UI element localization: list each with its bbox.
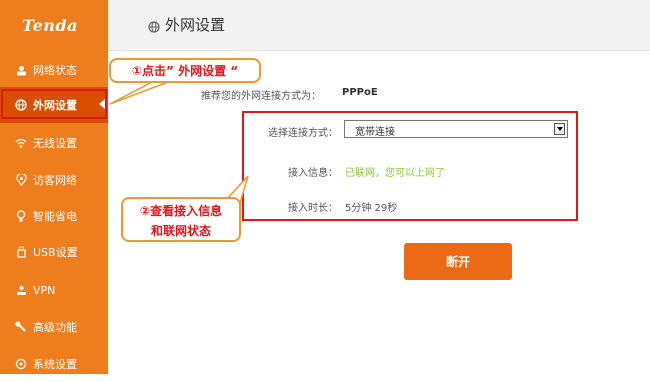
sidebar-item-network-status[interactable]: 网络状态: [0, 52, 108, 88]
sidebar-item-label: 系统设置: [33, 358, 77, 371]
sidebar-item-wireless[interactable]: 无线设置: [0, 125, 108, 161]
vpn-icon: [15, 284, 27, 296]
recommended-connection: 推荐您的外网连接方式为： PPPoE: [201, 87, 378, 102]
tenda-logo: Tenda: [22, 16, 78, 35]
sidebar-item-vpn[interactable]: VPN: [0, 272, 108, 308]
sidebar-item-label: 访客网络: [33, 174, 77, 187]
wrench-icon: [15, 321, 27, 333]
sidebar-item-guest-network[interactable]: 访客网络: [0, 162, 108, 198]
recommend-value: PPPoE: [342, 87, 378, 98]
sidebar-item-advanced[interactable]: 高级功能: [0, 309, 108, 345]
sidebar-item-label: 高级功能: [33, 321, 77, 334]
usb-icon: [15, 246, 27, 258]
connection-type-label: 选择连接方式：: [268, 128, 338, 139]
sidebar-item-label: VPN: [33, 283, 56, 297]
disconnect-button[interactable]: 断开: [404, 243, 512, 280]
highlight-box: [1, 89, 107, 119]
callout-line: 和联网状态: [150, 224, 211, 238]
annotation-callout-1: ①点击” 外网设置 “: [109, 58, 261, 83]
page-header: 外网设置: [108, 0, 650, 51]
access-info-label: 接入信息：: [288, 168, 338, 179]
access-info-value: 已联网，您可以上网了: [345, 168, 445, 179]
chevron-down-icon[interactable]: [554, 123, 565, 135]
sidebar-item-label: 无线设置: [33, 137, 77, 150]
sidebar-item-usb[interactable]: USB设置: [0, 234, 108, 270]
sidebar: Tenda 网络状态 外网设置 无线设置 访客网络 智能省电 USB设置 VPN…: [0, 0, 108, 374]
sidebar-item-label: USB设置: [33, 246, 78, 259]
sidebar-item-power-save[interactable]: 智能省电: [0, 198, 108, 234]
sidebar-item-label: 智能省电: [33, 210, 77, 223]
sidebar-item-system[interactable]: 系统设置: [0, 346, 108, 382]
network-status-icon: [15, 64, 27, 76]
annotation-callout-2: ②查看接入信息 和联网状态: [121, 197, 241, 242]
connection-type-value: 宽带连接: [355, 127, 395, 138]
wifi-icon: [15, 137, 27, 149]
sidebar-item-label: 网络状态: [33, 64, 77, 77]
power-save-icon: [15, 210, 27, 222]
system-settings-icon: [15, 358, 27, 370]
globe-icon: [148, 18, 160, 37]
recommend-label: 推荐您的外网连接方式为：: [201, 91, 321, 102]
guest-network-icon: [15, 174, 27, 186]
access-duration-label: 接入时长：: [288, 203, 338, 214]
access-duration-value: 5分钟 29秒: [345, 203, 398, 214]
page-title: 外网设置: [165, 16, 226, 34]
callout-line: ②查看接入信息: [139, 204, 223, 218]
connection-type-select[interactable]: 宽带连接: [344, 120, 568, 138]
